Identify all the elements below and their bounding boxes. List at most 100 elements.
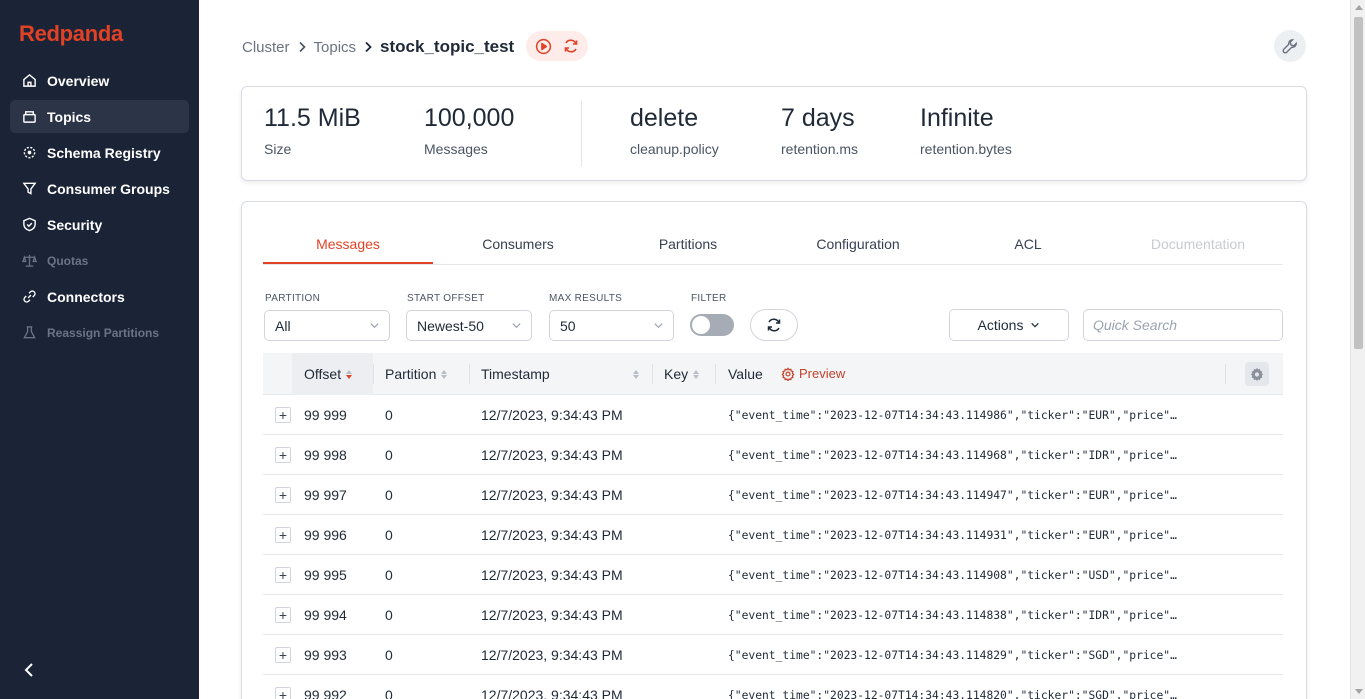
column-offset[interactable]: Offset: [292, 353, 373, 395]
expand-row-button[interactable]: +: [275, 647, 291, 663]
breadcrumb-topics-link[interactable]: Topics: [314, 39, 357, 56]
column-value: Value: [728, 353, 778, 395]
expand-row-button[interactable]: +: [275, 527, 291, 543]
table-row: + 99 994 0 12/7/2023, 9:34:43 PM {"event…: [263, 595, 1283, 635]
topic-stats-card: 11.5 MiB Size 100,000 Messages delete cl…: [241, 86, 1307, 181]
collapse-sidebar-button[interactable]: [18, 659, 40, 681]
chevron-left-icon: [23, 663, 35, 677]
chevron-right-icon: [298, 41, 306, 53]
refresh-messages-button[interactable]: [750, 309, 798, 341]
timestamp-cell: 12/7/2023, 9:34:43 PM: [481, 447, 623, 463]
scroll-up-arrow[interactable]: [1355, 5, 1363, 10]
expand-row-button[interactable]: +: [275, 487, 291, 503]
expand-row-button[interactable]: +: [275, 607, 291, 623]
produce-record-button[interactable]: [535, 38, 552, 55]
chevron-down-icon: [511, 320, 522, 331]
brand-logo[interactable]: Redpanda: [19, 21, 123, 47]
tab-consumers[interactable]: Consumers: [433, 225, 603, 264]
scrollbar-thumb[interactable]: [1354, 17, 1363, 349]
tab-partitions[interactable]: Partitions: [603, 225, 773, 264]
timestamp-cell: 12/7/2023, 9:34:43 PM: [481, 607, 623, 623]
sidebar-item-label: Overview: [47, 72, 110, 89]
sidebar-item-schema-registry[interactable]: Schema Registry: [10, 136, 189, 169]
table-row: + 99 998 0 12/7/2023, 9:34:43 PM {"event…: [263, 435, 1283, 475]
sort-icon: [693, 369, 700, 379]
column-key[interactable]: Key: [664, 353, 712, 395]
filter-label: FILTER: [691, 293, 727, 304]
sidebar-item-overview[interactable]: Overview: [10, 64, 189, 97]
column-settings-button[interactable]: [1245, 362, 1269, 386]
value-cell[interactable]: {"event_time":"2023-12-07T14:34:43.11498…: [728, 395, 1177, 435]
column-divider: [652, 364, 653, 384]
shield-icon: [21, 217, 37, 233]
page-scrollbar[interactable]: [1350, 0, 1365, 699]
sidebar-item-connectors[interactable]: Connectors: [10, 280, 189, 313]
offset-cell: 99 995: [304, 567, 347, 583]
start-offset-select[interactable]: Newest-50: [406, 310, 532, 341]
filter-toggle[interactable]: [690, 314, 734, 336]
preview-button[interactable]: Preview: [781, 366, 845, 381]
sort-icon: [441, 369, 448, 379]
max-results-select[interactable]: 50: [549, 310, 674, 341]
expand-row-button[interactable]: +: [275, 447, 291, 463]
actions-button[interactable]: Actions: [949, 309, 1069, 341]
settings-wrench-button[interactable]: [1274, 30, 1306, 62]
value-cell[interactable]: {"event_time":"2023-12-07T14:34:43.11493…: [728, 515, 1177, 555]
partition-cell: 0: [385, 487, 393, 503]
gear-icon: [781, 366, 795, 381]
table-row: + 99 999 0 12/7/2023, 9:34:43 PM {"event…: [263, 395, 1283, 435]
tab-acl[interactable]: ACL: [943, 225, 1113, 264]
stat-value: 11.5 MiB: [264, 104, 361, 132]
sidebar-item-label: Connectors: [47, 288, 125, 305]
expand-row-button[interactable]: +: [275, 687, 291, 699]
chevron-down-icon: [653, 320, 664, 331]
refresh-topic-button[interactable]: [563, 38, 579, 54]
expand-row-button[interactable]: +: [275, 407, 291, 423]
page-title: stock_topic_test: [380, 37, 515, 56]
stat-value: delete: [630, 104, 699, 132]
breadcrumb-cluster-link[interactable]: Cluster: [242, 39, 290, 56]
sidebar-item-consumer-groups[interactable]: Consumer Groups: [10, 172, 189, 205]
sidebar-item-security[interactable]: Security: [10, 208, 189, 241]
sidebar-item-label: Topics: [47, 108, 92, 125]
beaker-icon: [21, 325, 37, 341]
value-cell[interactable]: {"event_time":"2023-12-07T14:34:43.11490…: [728, 555, 1177, 595]
timestamp-cell: 12/7/2023, 9:34:43 PM: [481, 487, 623, 503]
table-row: + 99 995 0 12/7/2023, 9:34:43 PM {"event…: [263, 555, 1283, 595]
offset-cell: 99 992: [304, 687, 347, 699]
stat-value: 100,000: [424, 104, 515, 132]
stat-size: 11.5 MiB Size: [264, 104, 361, 157]
max-results-value: 50: [560, 317, 576, 334]
sidebar-item-reassign-partitions: Reassign Partitions: [10, 316, 189, 349]
sort-icon: [633, 369, 639, 379]
column-timestamp[interactable]: Timestamp: [481, 353, 639, 395]
value-cell[interactable]: {"event_time":"2023-12-07T14:34:43.11494…: [728, 475, 1177, 515]
stat-value: Infinite: [920, 104, 994, 132]
column-divider: [373, 364, 374, 384]
value-cell[interactable]: {"event_time":"2023-12-07T14:34:43.11483…: [728, 595, 1177, 635]
sidebar-item-topics[interactable]: Topics: [10, 100, 189, 133]
wrench-icon: [1282, 38, 1298, 54]
value-cell[interactable]: {"event_time":"2023-12-07T14:34:43.11482…: [728, 635, 1177, 675]
scroll-down-arrow[interactable]: [1355, 689, 1363, 694]
tab-messages[interactable]: Messages: [263, 225, 433, 264]
value-cell[interactable]: {"event_time":"2023-12-07T14:34:43.11482…: [728, 675, 1177, 699]
stat-label: Messages: [424, 141, 488, 157]
toggle-knob: [692, 316, 710, 334]
column-partition[interactable]: Partition: [385, 353, 469, 395]
value-cell[interactable]: {"event_time":"2023-12-07T14:34:43.11496…: [728, 435, 1177, 475]
partition-select[interactable]: All: [264, 310, 390, 341]
tab-configuration[interactable]: Configuration: [773, 225, 943, 264]
quick-search-input[interactable]: [1083, 309, 1283, 341]
expand-row-button[interactable]: +: [275, 567, 291, 583]
stat-retention-ms: 7 days retention.ms: [781, 104, 858, 157]
partition-cell: 0: [385, 607, 393, 623]
scale-icon: [21, 253, 37, 269]
timestamp-cell: 12/7/2023, 9:34:43 PM: [481, 527, 623, 543]
partition-cell: 0: [385, 527, 393, 543]
column-divider: [715, 364, 716, 384]
partition-cell: 0: [385, 407, 393, 423]
offset-cell: 99 998: [304, 447, 347, 463]
column-label: Value: [728, 366, 763, 382]
chevron-down-icon: [369, 320, 380, 331]
